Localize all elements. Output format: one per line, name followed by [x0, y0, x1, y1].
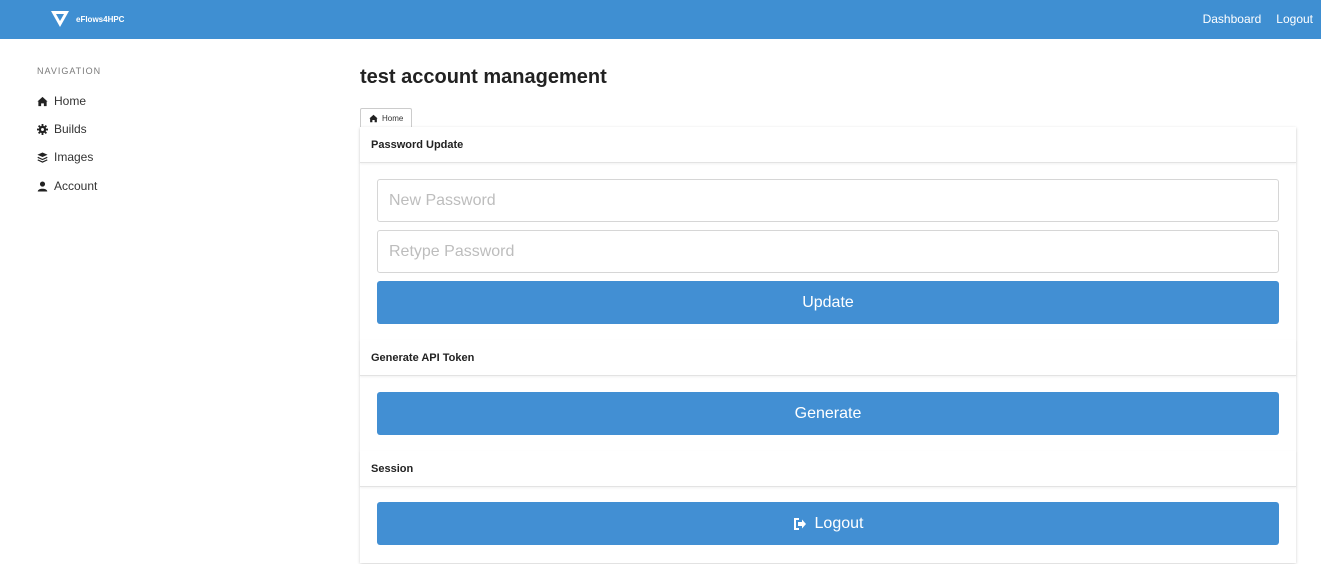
sign-out-icon: [793, 517, 806, 530]
logout-link[interactable]: Logout: [1276, 12, 1313, 26]
dashboard-link[interactable]: Dashboard: [1203, 12, 1262, 26]
top-navbar: eFlows4HPC Dashboard Logout: [0, 0, 1321, 39]
password-section-title: Password Update: [360, 127, 1296, 163]
update-password-button[interactable]: Update: [377, 281, 1279, 324]
home-icon: [369, 114, 378, 122]
gear-icon: [37, 123, 48, 135]
logout-button[interactable]: Logout: [377, 502, 1279, 545]
layers-icon: [37, 151, 48, 163]
session-section-title: Session: [360, 451, 1296, 487]
logout-button-label: Logout: [814, 514, 864, 532]
home-icon: [37, 96, 48, 106]
breadcrumb-home[interactable]: Home: [360, 108, 413, 127]
new-password-input[interactable]: [377, 179, 1279, 222]
brand[interactable]: eFlows4HPC: [50, 9, 124, 29]
sidebar-item-label: Builds: [54, 122, 87, 136]
account-panel: Password Update Update Generate API Toke…: [360, 127, 1296, 563]
sidebar-heading: NAVIGATION: [37, 66, 102, 76]
sidebar-item-builds[interactable]: Builds: [37, 122, 87, 136]
token-section-title: Generate API Token: [360, 340, 1296, 376]
user-icon: [37, 180, 48, 192]
sidebar-item-label: Home: [54, 94, 87, 108]
sidebar-item-account[interactable]: Account: [37, 179, 97, 193]
sidebar-item-home[interactable]: Home: [37, 94, 86, 108]
generate-token-button[interactable]: Generate: [377, 392, 1279, 435]
generate-button-label: Generate: [794, 404, 862, 422]
page-title: test account management: [360, 66, 607, 88]
sidebar-item-images[interactable]: Images: [37, 150, 93, 164]
sidebar-item-label: Images: [54, 150, 94, 164]
update-button-label: Update: [802, 293, 854, 311]
top-nav-links: Dashboard Logout: [1203, 12, 1313, 26]
breadcrumb-label: Home: [382, 113, 404, 123]
eflows-logo-icon: [51, 11, 69, 27]
brand-name: eFlows4HPC: [76, 14, 125, 24]
sidebar-item-label: Account: [54, 179, 98, 193]
retype-password-input[interactable]: [377, 230, 1279, 273]
